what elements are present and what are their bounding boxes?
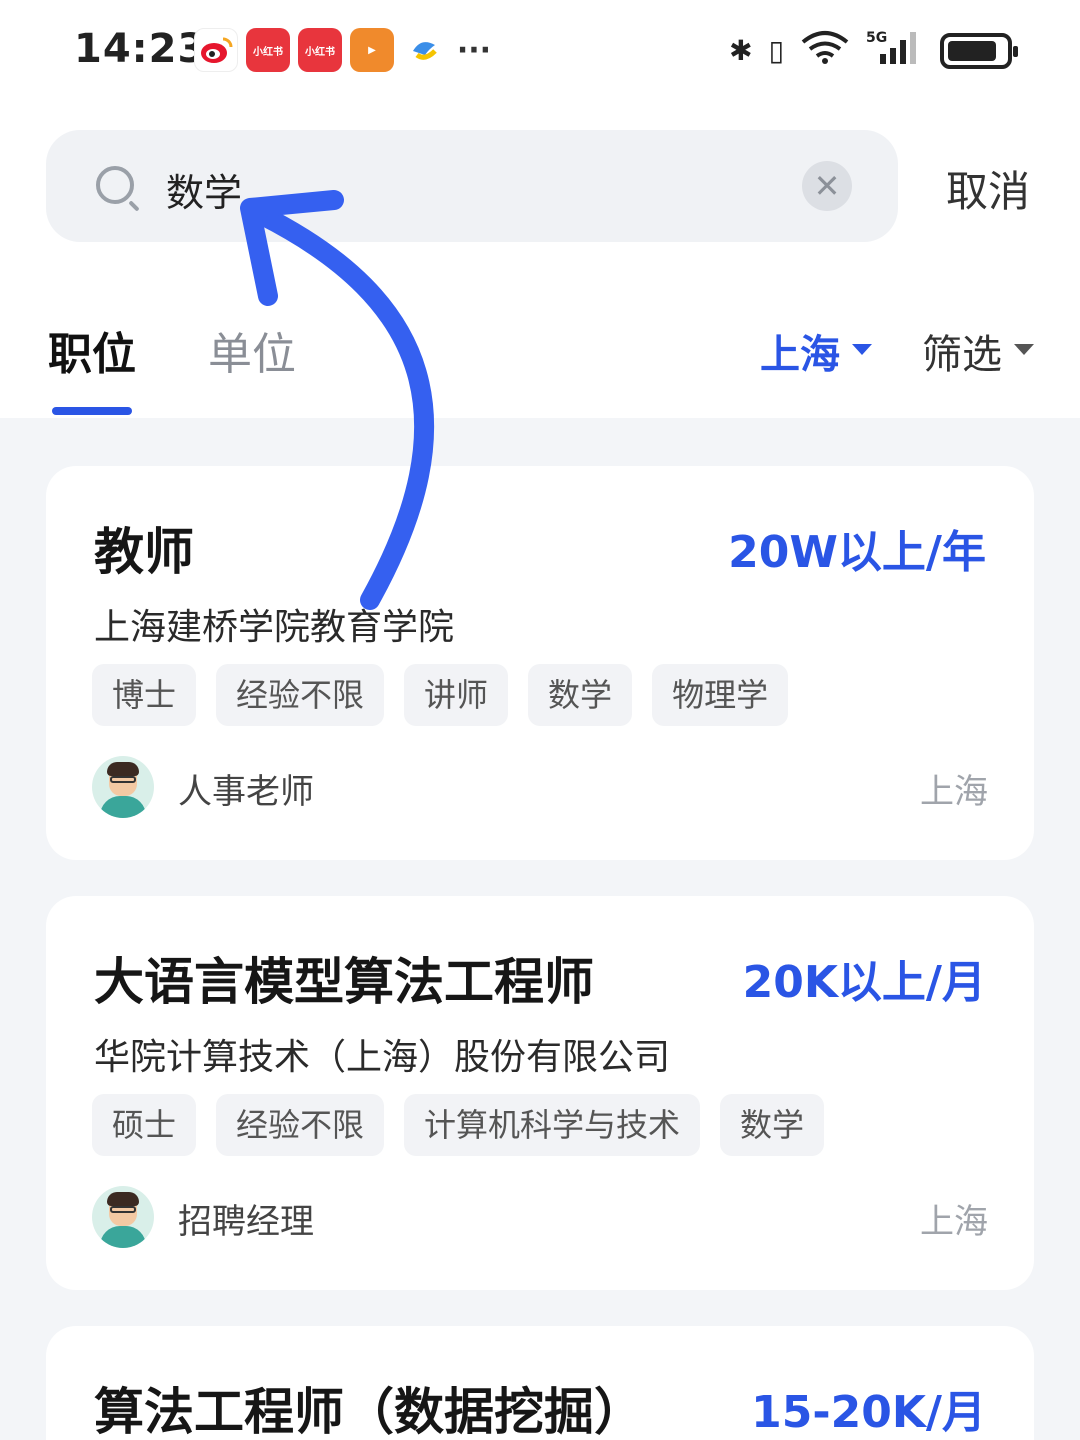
recruiter-name: 人事老师 — [178, 772, 314, 812]
job-tag: 经验不限 — [216, 1094, 385, 1156]
company-name: 华院计算技术（上海）股份有限公司 — [94, 1037, 671, 1078]
job-tag: 计算机科学与技术 — [404, 1094, 701, 1156]
recruiter-row: 招聘经理 上海 — [92, 1186, 988, 1248]
job-title: 算法工程师（数据挖掘） — [94, 1383, 644, 1440]
city-selector[interactable]: 上海 — [760, 322, 840, 380]
caret-down-icon[interactable] — [852, 344, 872, 355]
xiaohongshu-icon: 小红书 — [298, 28, 342, 72]
search-query[interactable]: 数学 — [166, 162, 242, 217]
video-app-icon: ▶ — [350, 28, 394, 72]
job-tag: 经验不限 — [216, 664, 385, 726]
caret-down-icon[interactable] — [1014, 344, 1034, 355]
job-tags: 博士 经验不限 讲师 数学 物理学 — [92, 664, 789, 726]
search-input[interactable]: 数学 ✕ — [46, 130, 898, 242]
job-title: 教师 — [94, 523, 194, 581]
job-card[interactable]: 大语言模型算法工程师 20K以上/月 华院计算技术（上海）股份有限公司 硕士 经… — [46, 896, 1034, 1290]
job-tag: 物理学 — [652, 664, 789, 726]
bluetooth-icon: ✱ — [729, 34, 753, 67]
cancel-button[interactable]: 取消 — [946, 158, 1030, 219]
search-header: 数学 ✕ 取消 职位 单位 上海 筛选 — [0, 100, 1080, 418]
vibrate-icon: ▯ — [768, 34, 784, 67]
job-tag: 讲师 — [404, 664, 509, 726]
job-salary: 20W以上/年 — [728, 527, 986, 578]
job-salary: 20K以上/月 — [742, 957, 986, 1008]
tab-units[interactable]: 单位 — [208, 318, 296, 382]
status-bar: 14:23 小红书 小红书 ▶ ··· ✱ ▯ 5G — [0, 0, 1080, 100]
notification-icons: 小红书 小红书 ▶ ··· — [194, 28, 494, 72]
avatar — [92, 1186, 154, 1248]
job-location: 上海 — [920, 1202, 988, 1242]
job-tag: 数学 — [720, 1094, 825, 1156]
job-tag: 数学 — [528, 664, 633, 726]
job-card[interactable]: 算法工程师（数据挖掘） 15-20K/月 — [46, 1326, 1034, 1440]
filter-button[interactable]: 筛选 — [922, 322, 1002, 380]
avatar — [92, 756, 154, 818]
wifi-icon — [800, 30, 850, 71]
job-card[interactable]: 教师 20W以上/年 上海建桥学院教育学院 博士 经验不限 讲师 数学 物理学 … — [46, 466, 1034, 860]
job-location: 上海 — [920, 772, 988, 812]
active-tab-indicator — [52, 407, 132, 415]
job-tag: 硕士 — [92, 1094, 197, 1156]
tab-jobs[interactable]: 职位 — [48, 318, 136, 382]
recruiter-name: 招聘经理 — [178, 1202, 314, 1242]
weibo-icon — [194, 28, 238, 72]
app-icon — [402, 28, 446, 72]
system-status: ✱ ▯ 5G — [729, 28, 1018, 73]
battery-icon — [940, 32, 1018, 69]
search-icon — [96, 166, 134, 204]
svg-text:5G: 5G — [866, 30, 887, 46]
job-tag: 博士 — [92, 664, 197, 726]
job-title: 大语言模型算法工程师 — [94, 953, 594, 1011]
signal-icon: 5G — [866, 28, 924, 73]
more-notifications-icon: ··· — [456, 32, 492, 68]
recruiter-row: 人事老师 上海 — [92, 756, 988, 818]
clear-search-button[interactable]: ✕ — [802, 161, 852, 211]
company-name: 上海建桥学院教育学院 — [94, 607, 455, 648]
status-time: 14:23 — [74, 26, 207, 72]
xiaohongshu-icon: 小红书 — [246, 28, 290, 72]
job-salary: 15-20K/月 — [751, 1387, 986, 1438]
job-tags: 硕士 经验不限 计算机科学与技术 数学 — [92, 1094, 825, 1156]
